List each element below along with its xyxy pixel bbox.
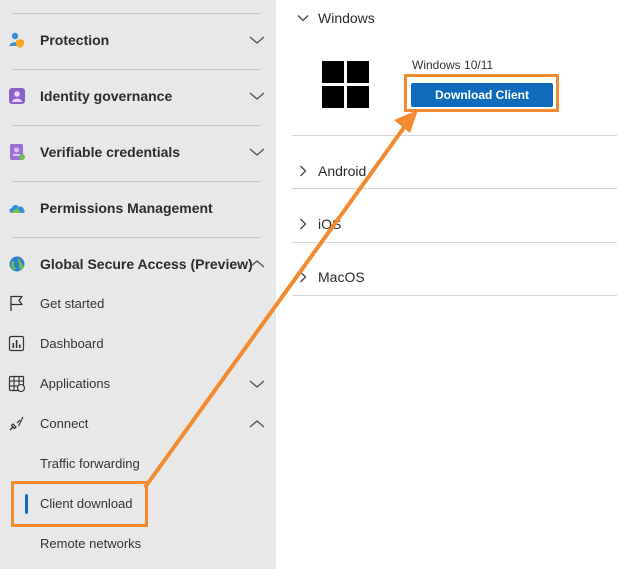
sidebar-item-dashboard[interactable]: Dashboard (0, 324, 276, 364)
nav-section-verifiable-credentials[interactable]: Verifiable credentials (0, 125, 276, 181)
sidebar-item-label: Dashboard (40, 336, 104, 351)
chevron-down-icon[interactable] (248, 375, 266, 393)
chevron-down-icon[interactable] (296, 11, 310, 25)
chevron-up-icon[interactable] (248, 415, 266, 433)
os-version-title: Windows 10/11 (412, 58, 494, 72)
divider (292, 135, 617, 136)
sidebar-item-remote-networks[interactable]: Remote networks (0, 524, 276, 564)
globe-icon (8, 255, 26, 273)
nav-section-permissions-management[interactable]: Permissions Management (0, 181, 276, 237)
chevron-up-icon[interactable] (248, 255, 266, 273)
os-section-windows[interactable]: Windows (318, 10, 375, 26)
users-shield-icon (8, 31, 26, 49)
divider (292, 242, 617, 243)
nav-section-identity-governance[interactable]: Identity governance (0, 69, 276, 125)
sidebar-item-label: Traffic forwarding (40, 456, 140, 471)
flag-icon (8, 295, 25, 312)
nav-section-label: Global Secure Access (Preview) (40, 256, 253, 272)
dashboard-icon (8, 335, 25, 352)
os-section-ios[interactable]: iOS (318, 216, 341, 232)
divider (292, 188, 617, 189)
sidebar-item-traffic-forwarding[interactable]: Traffic forwarding (0, 444, 276, 484)
highlight-box-download (404, 74, 559, 112)
sidebar-item-applications[interactable]: Applications (0, 364, 276, 404)
divider (292, 295, 617, 296)
chevron-right-icon[interactable] (296, 164, 310, 178)
windows-logo-icon (322, 61, 369, 108)
chevron-right-icon[interactable] (296, 217, 310, 231)
nav-section-label: Identity governance (40, 88, 173, 104)
plug-icon (8, 415, 25, 432)
sidebar-item-get-started[interactable]: Get started (0, 284, 276, 324)
highlight-box-client-download (11, 481, 148, 527)
chevron-down-icon[interactable] (248, 31, 266, 49)
nav-section-label: Verifiable credentials (40, 144, 181, 160)
chevron-down-icon[interactable] (248, 143, 266, 161)
sidebar-item-label: Remote networks (40, 536, 142, 551)
cloud-icon (8, 199, 26, 217)
sidebar-item-label: Get started (40, 296, 105, 311)
sidebar-item-label: Applications (40, 376, 111, 391)
chevron-right-icon[interactable] (296, 270, 310, 284)
identity-governance-icon (8, 87, 26, 105)
credentials-icon (8, 143, 26, 161)
nav-section-protection[interactable]: Protection (0, 13, 276, 69)
sidebar-item-connect[interactable]: Connect (0, 404, 276, 444)
os-section-android[interactable]: Android (318, 163, 366, 179)
os-section-macos[interactable]: MacOS (318, 269, 365, 285)
grid-icon (8, 375, 26, 393)
chevron-down-icon[interactable] (248, 87, 266, 105)
sidebar-item-label: Connect (40, 416, 89, 431)
nav-section-label: Protection (40, 32, 110, 48)
nav-section-label: Permissions Management (40, 200, 213, 216)
